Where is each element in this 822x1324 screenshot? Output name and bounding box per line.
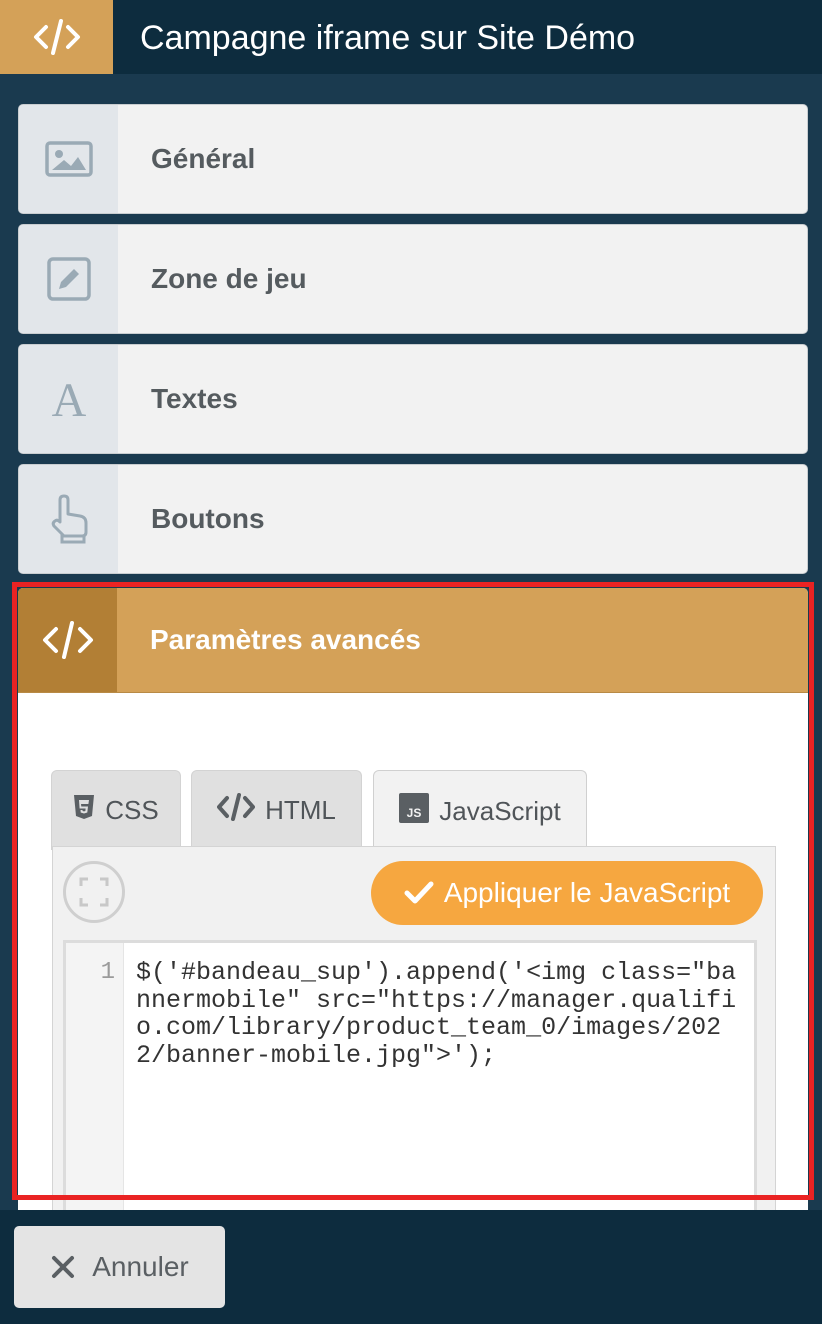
edit-icon (19, 225, 118, 333)
section-general-label: Général (151, 143, 256, 174)
section-texts[interactable]: A Textes (18, 344, 808, 454)
js-icon: JS (399, 793, 430, 830)
tab-javascript-label: JavaScript (439, 796, 561, 826)
apply-javascript-label: Appliquer le JavaScript (443, 877, 731, 908)
section-buttons[interactable]: Boutons (18, 464, 808, 574)
tab-html-label: HTML (265, 795, 336, 825)
expand-icon (79, 877, 109, 907)
tab-javascript[interactable]: JS JavaScript (373, 770, 587, 852)
tab-css-label: CSS (105, 795, 159, 825)
panel-title: Campagne iframe sur Site Démo (140, 19, 636, 57)
css3-icon (73, 794, 95, 827)
line-number: 1 (100, 959, 115, 986)
svg-text:JS: JS (407, 806, 422, 820)
apply-javascript-button[interactable]: Appliquer le JavaScript (371, 861, 763, 925)
code-editor[interactable]: 1 $('#bandeau_sup').append('<img class="… (63, 940, 757, 1210)
line-gutter: 1 (66, 943, 124, 1210)
cancel-button[interactable]: Annuler (14, 1226, 225, 1308)
code-icon (18, 588, 117, 692)
svg-text:A: A (51, 376, 86, 422)
section-game-zone-label: Zone de jeu (151, 263, 307, 294)
cancel-label: Annuler (92, 1251, 189, 1282)
section-advanced-header[interactable]: Paramètres avancés (18, 588, 808, 693)
tab-html[interactable]: HTML (191, 770, 362, 850)
tab-css[interactable]: CSS (51, 770, 181, 850)
javascript-editor-panel: Appliquer le JavaScript 1 $('#bandeau_su… (52, 846, 776, 1210)
section-texts-label: Textes (151, 383, 238, 414)
section-game-zone[interactable]: Zone de jeu (18, 224, 808, 334)
fullscreen-button[interactable] (63, 861, 125, 923)
section-general[interactable]: Général (18, 104, 808, 214)
check-icon (404, 881, 434, 904)
section-buttons-label: Boutons (151, 503, 265, 534)
panel-header: Campagne iframe sur Site Démo (0, 0, 822, 74)
section-advanced: Paramètres avancés CSS HTML JS JavaScrip… (18, 588, 808, 1210)
close-icon (52, 1256, 75, 1278)
code-content[interactable]: $('#bandeau_sup').append('<img class="ba… (136, 959, 746, 1069)
code-icon (0, 0, 113, 74)
section-advanced-label: Paramètres avancés (150, 624, 421, 655)
code-icon (217, 793, 256, 828)
font-icon: A (19, 345, 118, 453)
pointer-hand-icon (19, 465, 118, 573)
panel-footer: Annuler (0, 1210, 822, 1324)
image-icon (19, 105, 118, 213)
